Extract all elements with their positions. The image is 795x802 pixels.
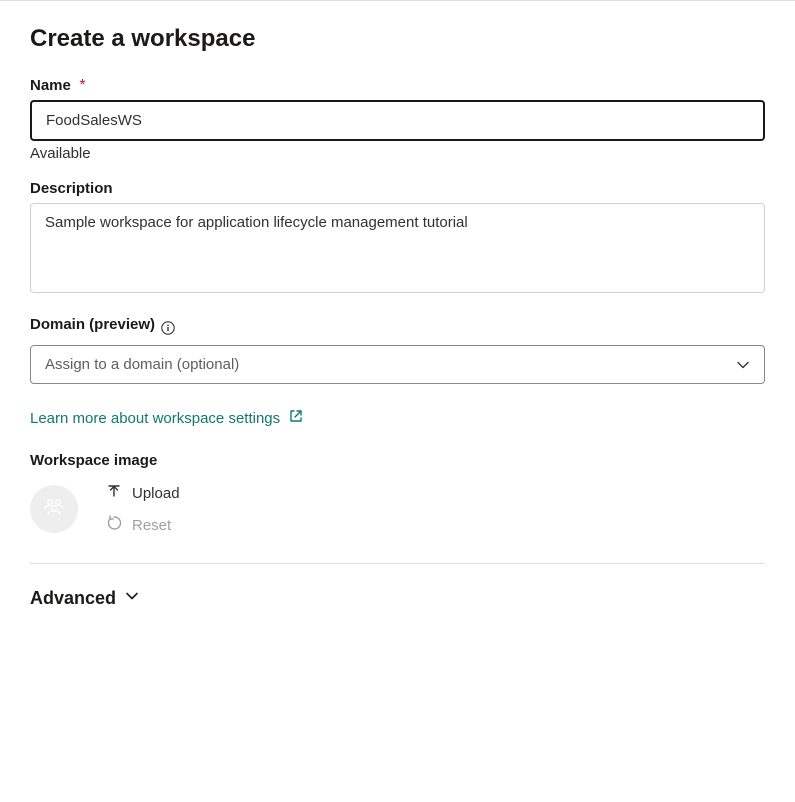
description-input[interactable]: Sample workspace for application lifecyc… [30, 203, 765, 293]
upload-button[interactable]: Upload [106, 483, 180, 503]
page-title: Create a workspace [30, 25, 765, 53]
domain-placeholder: Assign to a domain (optional) [45, 356, 239, 373]
description-label: Description [30, 180, 113, 197]
reset-icon [106, 515, 122, 535]
external-link-icon [288, 408, 304, 428]
workspace-avatar-placeholder [30, 485, 78, 533]
section-divider [30, 563, 765, 564]
workspace-image-group: Workspace image [30, 452, 765, 535]
people-group-icon [40, 493, 68, 526]
reset-button: Reset [106, 515, 180, 535]
advanced-toggle[interactable]: Advanced [30, 588, 140, 609]
name-field-group: Name * Available [30, 77, 765, 162]
domain-label: Domain (preview) [30, 316, 155, 333]
required-indicator: * [79, 77, 85, 94]
domain-dropdown[interactable]: Assign to a domain (optional) [30, 345, 765, 384]
chevron-down-icon [736, 358, 750, 372]
info-icon[interactable] [161, 321, 175, 335]
upload-icon [106, 483, 122, 503]
name-label: Name [30, 77, 71, 94]
advanced-label: Advanced [30, 588, 116, 609]
learn-more-link[interactable]: Learn more about workspace settings [30, 408, 304, 428]
workspace-image-label: Workspace image [30, 452, 765, 469]
name-input[interactable] [30, 100, 765, 141]
chevron-down-icon [124, 588, 140, 609]
name-availability-status: Available [30, 145, 765, 162]
description-field-group: Description Sample workspace for applica… [30, 180, 765, 298]
learn-more-text: Learn more about workspace settings [30, 410, 280, 427]
domain-field-group: Domain (preview) Assign to a domain (opt… [30, 316, 765, 384]
upload-label: Upload [132, 485, 180, 502]
reset-label: Reset [132, 517, 171, 534]
